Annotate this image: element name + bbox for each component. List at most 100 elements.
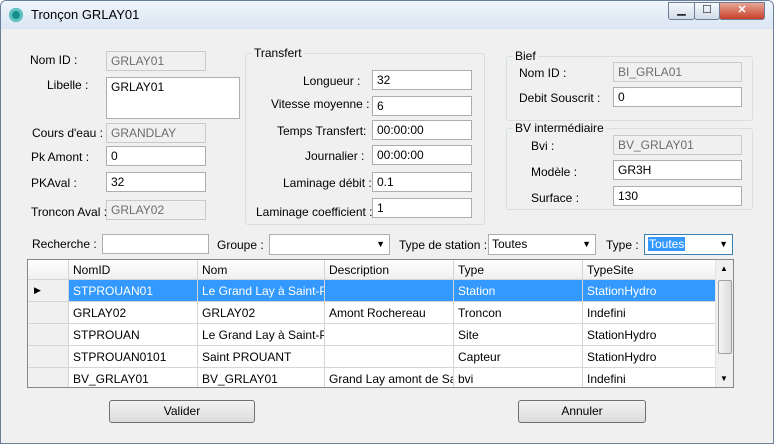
table-cell[interactable]: Amont Rochereau xyxy=(325,302,454,324)
pk-amont-field[interactable]: 0 xyxy=(106,146,206,166)
vitesse-label: Vitesse moyenne : xyxy=(271,97,370,111)
laminage-debit-field[interactable]: 0.1 xyxy=(372,172,472,192)
transfert-title: Transfert xyxy=(252,46,304,60)
debit-souscrit-label: Debit Souscrit : xyxy=(519,91,601,105)
nom-id-label: Nom ID : xyxy=(30,53,78,67)
column-header-nomid[interactable]: NomID xyxy=(69,260,198,280)
surface-label: Surface : xyxy=(531,191,580,205)
troncon-aval-field[interactable]: GRLAY02 xyxy=(106,200,206,220)
journalier-label: Journalier : xyxy=(305,149,365,163)
valider-button[interactable]: Valider xyxy=(109,400,255,423)
longueur-field[interactable]: 32 xyxy=(372,70,472,90)
vitesse-field[interactable]: 6 xyxy=(372,96,472,116)
row-header[interactable]: ▶ xyxy=(28,280,69,302)
type-station-combo[interactable]: Toutes ▼ xyxy=(488,234,596,255)
laminage-coef-label: Laminage coefficient : xyxy=(256,205,373,219)
laminage-coef-field[interactable]: 1 xyxy=(372,198,472,218)
longueur-label: Longueur : xyxy=(303,74,361,88)
current-row-arrow-icon: ▶ xyxy=(34,285,41,295)
scroll-down-icon[interactable]: ▼ xyxy=(720,374,728,383)
table-cell[interactable]: Grand Lay amont de Sa... xyxy=(325,368,454,387)
table-cell[interactable]: GRLAY02 xyxy=(69,302,198,324)
cours-eau-field[interactable]: GRANDLAY xyxy=(106,123,206,143)
vertical-scrollbar[interactable]: ▲ ▼ xyxy=(715,260,733,387)
annuler-button[interactable]: Annuler xyxy=(518,400,646,423)
groupe-label: Groupe : xyxy=(217,238,264,252)
temps-field[interactable]: 00:00:00 xyxy=(372,120,472,140)
window-title: Tronçon GRLAY01 xyxy=(31,7,140,22)
table-cell[interactable]: StationHydro xyxy=(583,346,716,368)
chevron-down-icon: ▼ xyxy=(376,239,385,249)
column-header-description[interactable]: Description xyxy=(325,260,454,280)
laminage-debit-label: Laminage débit : xyxy=(283,176,372,190)
table-cell[interactable]: Indefini xyxy=(583,368,716,387)
column-header-typesite[interactable]: TypeSite xyxy=(583,260,716,280)
table-cell[interactable]: StationHydro xyxy=(583,280,716,302)
data-grid[interactable]: NomID Nom Description Type TypeSite ▶ ST… xyxy=(27,259,734,388)
type-combo[interactable]: Toutes ▼ xyxy=(644,234,733,255)
troncon-aval-label: Troncon Aval : xyxy=(31,205,108,219)
column-header-type[interactable]: Type xyxy=(454,260,583,280)
row-header[interactable] xyxy=(28,302,69,324)
type-station-value: Toutes xyxy=(492,237,528,251)
type-station-label: Type de station : xyxy=(399,238,488,252)
table-cell[interactable]: BV_GRLAY01 xyxy=(198,368,325,387)
bief-title: Bief xyxy=(513,49,538,63)
table-cell[interactable]: BV_GRLAY01 xyxy=(69,368,198,387)
title-bar: Tronçon GRLAY01 ▁ ☐ ✕ xyxy=(1,1,773,29)
journalier-field[interactable]: 00:00:00 xyxy=(372,145,472,165)
groupe-combo[interactable]: ▼ xyxy=(269,234,390,255)
bief-nom-id-label: Nom ID : xyxy=(519,66,567,80)
close-button[interactable]: ✕ xyxy=(719,2,765,20)
table-cell[interactable]: Troncon xyxy=(454,302,583,324)
table-cell[interactable]: bvi xyxy=(454,368,583,387)
libelle-label: Libelle : xyxy=(47,78,89,92)
surface-field[interactable]: 130 xyxy=(613,186,742,206)
bvi-label: Bvi : xyxy=(531,139,555,153)
table-cell[interactable] xyxy=(325,280,454,302)
chevron-down-icon: ▼ xyxy=(582,239,591,249)
bvi-field[interactable]: BV_GRLAY01 xyxy=(613,135,742,155)
table-cell[interactable]: STPROUAN0101 xyxy=(69,346,198,368)
temps-label: Temps Transfert: xyxy=(277,124,367,138)
table-cell[interactable]: Le Grand Lay à Saint-P... xyxy=(198,280,325,302)
scroll-thumb[interactable] xyxy=(718,280,732,354)
debit-souscrit-field[interactable]: 0 xyxy=(613,87,742,107)
table-cell[interactable]: Site xyxy=(454,324,583,346)
table-cell[interactable]: Le Grand Lay à Saint-P... xyxy=(198,324,325,346)
modele-field[interactable]: GR3H xyxy=(613,160,742,180)
nom-id-field[interactable]: GRLAY01 xyxy=(106,51,206,71)
table-cell[interactable]: Station xyxy=(454,280,583,302)
table-cell[interactable]: Saint PROUANT xyxy=(198,346,325,368)
table-cell[interactable]: STPROUAN01 xyxy=(69,280,198,302)
pk-aval-field[interactable]: 32 xyxy=(106,172,206,192)
table-cell[interactable] xyxy=(325,324,454,346)
table-cell[interactable]: GRLAY02 xyxy=(198,302,325,324)
libelle-field[interactable]: GRLAY01 xyxy=(106,77,240,119)
cours-eau-label: Cours d'eau : xyxy=(32,126,103,140)
modele-label: Modèle : xyxy=(531,165,578,179)
bief-nom-id-field[interactable]: BI_GRLA01 xyxy=(613,62,742,82)
pk-aval-label: PKAval : xyxy=(31,176,77,190)
app-icon xyxy=(9,8,23,22)
scroll-up-icon[interactable]: ▲ xyxy=(720,264,728,273)
bv-title: BV intermédiaire xyxy=(513,121,606,135)
minimize-button[interactable]: ▁ xyxy=(668,2,695,20)
row-header[interactable] xyxy=(28,346,69,368)
recherche-input[interactable] xyxy=(102,234,209,254)
grid-corner xyxy=(28,260,69,280)
row-header[interactable] xyxy=(28,368,69,387)
maximize-button[interactable]: ☐ xyxy=(694,2,720,20)
table-cell[interactable]: Capteur xyxy=(454,346,583,368)
table-cell[interactable] xyxy=(325,346,454,368)
pk-amont-label: Pk Amont : xyxy=(31,150,90,164)
recherche-label: Recherche : xyxy=(32,237,97,251)
table-cell[interactable]: STPROUAN xyxy=(69,324,198,346)
chevron-down-icon: ▼ xyxy=(719,239,728,249)
table-cell[interactable]: StationHydro xyxy=(583,324,716,346)
table-cell[interactable]: Indefini xyxy=(583,302,716,324)
row-header[interactable] xyxy=(28,324,69,346)
dialog-window: Tronçon GRLAY01 ▁ ☐ ✕ Nom ID : GRLAY01 L… xyxy=(0,0,774,444)
type-label: Type : xyxy=(606,238,639,252)
column-header-nom[interactable]: Nom xyxy=(198,260,325,280)
